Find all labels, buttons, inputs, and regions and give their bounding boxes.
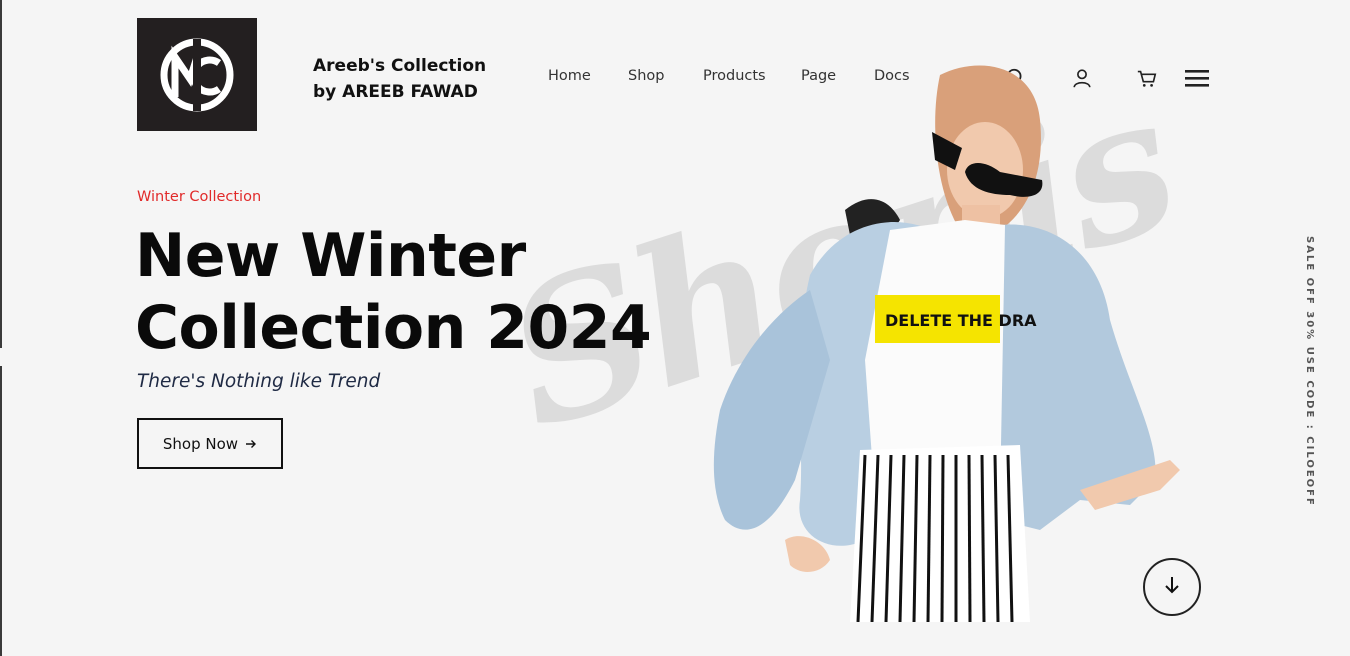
hero-title-line1: New Winter	[135, 221, 526, 291]
brand-title: Areeb's Collection	[313, 56, 487, 76]
brand-name[interactable]: Areeb's Collection by AREEB FAWAD	[313, 53, 486, 105]
striped-skirt	[850, 445, 1030, 622]
hero-title: New Winter Collection 2024	[135, 220, 695, 364]
left-edge-divider	[0, 0, 2, 656]
sale-code-vertical-text: SALE OFF 30% USE CODE : CILOEOFF	[1304, 236, 1315, 507]
shop-now-label: Shop Now	[162, 434, 239, 453]
shop-now-button[interactable]: Shop Now	[137, 418, 283, 469]
shirt-print-text: DELETE THE DRA	[885, 311, 1037, 330]
fashion-model-image: DELETE THE DRA	[713, 65, 1180, 622]
scroll-down-button[interactable]	[1143, 558, 1201, 616]
brand-subtitle: by AREEB FAWAD	[313, 82, 478, 102]
arrow-down-icon	[1163, 575, 1181, 599]
left-edge-gap	[0, 348, 2, 366]
hero-title-line2: Collection 2024	[135, 293, 652, 363]
hero-eyebrow: Winter Collection	[137, 189, 262, 205]
nav-item-home[interactable]: Home	[548, 68, 591, 84]
mc-logo-icon[interactable]	[137, 18, 257, 131]
nav-item-shop[interactable]: Shop	[628, 68, 664, 84]
hero-tagline: There's Nothing like Trend	[137, 371, 381, 392]
arrow-right-icon	[246, 435, 257, 453]
logo-mark	[160, 38, 234, 111]
